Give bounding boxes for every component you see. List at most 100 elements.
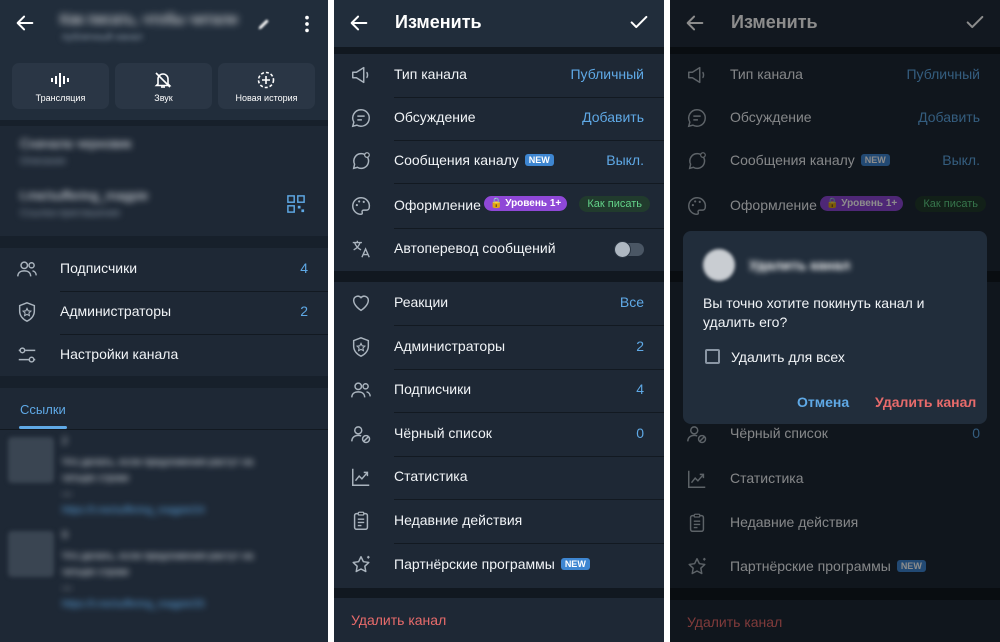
link-url[interactable]: https://t.me/suffering_magpie/24 [62, 505, 205, 516]
more-vertical-icon[interactable] [296, 13, 318, 35]
shield-star-icon [352, 337, 370, 357]
checkmark-icon[interactable] [628, 11, 650, 33]
subscribers-count: 4 [300, 260, 308, 276]
mute-bell-icon [154, 72, 172, 88]
admins-label: Администраторы [60, 303, 172, 319]
channel-messages-label: Сообщения каналу NEW [394, 152, 554, 168]
delete-dialog-screen: Изменить Тип канала Публичный Обсуждение… [670, 0, 1000, 642]
dialog-message: Вы точно хотите покинуть канал и удалить… [703, 295, 925, 330]
user-blocked-icon [351, 426, 371, 444]
autotranslate-row[interactable]: Автоперевод сообщений [334, 228, 664, 271]
channel-messages-value: Выкл. [606, 152, 644, 168]
channel-settings-row[interactable]: Настройки канала [0, 334, 328, 377]
subscribers-row[interactable]: Подписчики 4 [0, 248, 328, 291]
chat-bubble-icon [351, 109, 370, 128]
link-text-line2: четыре строки [62, 567, 129, 578]
discussion-value: Добавить [582, 109, 644, 125]
translate-icon [352, 240, 370, 258]
channel-messages-row[interactable]: Сообщения каналу NEW Выкл. [334, 140, 664, 183]
invite-link-text[interactable]: t.me/suffering_magpie [20, 188, 148, 203]
link-thumbnail [8, 531, 54, 577]
edit-header: Изменить [334, 0, 664, 47]
link-url[interactable]: https://t.me/suffering_magpie/25 [62, 599, 205, 610]
channel-messages-text: Сообщения каналу [394, 152, 519, 168]
broadcast-button[interactable]: Трансляция [12, 63, 109, 109]
delete-channel-dialog: Удалить канал Вы точно хотите покинуть к… [683, 231, 987, 424]
recent-actions-row[interactable]: Недавние действия [334, 500, 664, 543]
subscribers-label: Подписчики [60, 260, 138, 276]
delete-for-all-label[interactable]: Удалить для всех [731, 349, 845, 365]
lock-icon [614, 241, 631, 258]
admins-row[interactable]: Администраторы 2 [334, 326, 664, 369]
people-icon [17, 261, 37, 277]
channel-avatar [703, 249, 735, 281]
link-text: Что делать, если предложения растут на [62, 457, 254, 468]
admins-count: 2 [636, 338, 644, 354]
danger-section: Удалить канал [334, 598, 664, 642]
star-sparkle-icon [352, 555, 370, 573]
qr-code-icon[interactable] [287, 195, 305, 213]
edit-pencil-icon[interactable] [256, 16, 272, 32]
link-text: Что делать, если предложения растут на [62, 551, 254, 562]
blacklist-count: 0 [636, 425, 644, 441]
tab-links[interactable]: Ссылки [20, 402, 66, 417]
delete-for-all-checkbox[interactable] [705, 349, 720, 364]
message-star-icon [352, 152, 370, 170]
delete-channel-button[interactable]: Удалить канал [351, 612, 446, 628]
invite-link-caption: Ссылка-приглашение [20, 208, 121, 219]
autotranslate-toggle[interactable] [614, 241, 644, 258]
link-text-line2: четыре строки [62, 473, 129, 484]
new-story-icon [257, 71, 275, 89]
link-count: 2 [62, 436, 68, 447]
divider [394, 183, 664, 184]
statistics-row[interactable]: Статистика [334, 456, 664, 499]
new-story-button[interactable]: Новая история [218, 63, 315, 109]
channel-type-row[interactable]: Тип канала Публичный [334, 54, 664, 97]
discussion-label: Обсуждение [394, 109, 476, 125]
link-count: 9 [62, 530, 68, 541]
level-badge-text: Уровень 1+ [505, 198, 562, 209]
heart-icon [352, 295, 370, 312]
level-badge: 🔒 Уровень 1+ [484, 196, 568, 211]
people-icon [351, 382, 371, 398]
reactions-value: Все [619, 294, 644, 310]
palette-icon [352, 197, 371, 215]
channel-menu-section: Подписчики 4 Администраторы 2 Настройки … [0, 248, 328, 376]
subscribers-count: 4 [636, 381, 644, 397]
stats-chart-icon [352, 468, 370, 486]
blacklist-label: Чёрный список [394, 425, 492, 441]
back-arrow-icon[interactable] [348, 12, 370, 34]
blacklist-row[interactable]: Чёрный список 0 [334, 413, 664, 456]
broadcast-label: Трансляция [35, 93, 86, 103]
admins-count: 2 [300, 303, 308, 319]
cancel-button[interactable]: Отмена [797, 394, 849, 410]
autotranslate-label: Автоперевод сообщений [394, 240, 556, 256]
new-badge: NEW [560, 558, 590, 570]
channel-settings-label: Настройки канала [60, 346, 179, 362]
confirm-delete-button[interactable]: Удалить канал [875, 394, 976, 410]
admins-row[interactable]: Администраторы 2 [0, 291, 328, 334]
affiliate-programs-label: Партнёрские программы NEW [394, 556, 590, 572]
appearance-row[interactable]: Оформление 🔒 Уровень 1+ Как писать [334, 185, 664, 228]
sound-button[interactable]: Звук [115, 63, 212, 109]
back-arrow-icon[interactable] [14, 12, 36, 34]
settings-section-1: Тип канала Публичный Обсуждение Добавить… [334, 54, 664, 271]
megaphone-icon [352, 66, 369, 84]
channel-type-value: Публичный [570, 66, 644, 82]
affiliate-programs-row[interactable]: Партнёрские программы NEW [334, 544, 664, 587]
channel-title: Как писать, чтобы читали [60, 11, 238, 28]
subscribers-label: Подписчики [394, 381, 472, 397]
new-badge: NEW [524, 154, 554, 166]
channel-profile-screen: Как писать, чтобы читали публичный канал… [0, 0, 328, 642]
edit-channel-screen: Изменить Тип канала Публичный Обсуждение… [334, 0, 664, 642]
subscribers-row[interactable]: Подписчики 4 [334, 369, 664, 412]
channel-type-label: Тип канала [394, 66, 467, 82]
reactions-label: Реакции [394, 294, 449, 310]
affiliate-programs-text: Партнёрские программы [394, 556, 555, 572]
sound-label: Звук [154, 93, 173, 103]
reactions-row[interactable]: Реакции Все [334, 282, 664, 325]
discussion-row[interactable]: Обсуждение Добавить [334, 97, 664, 140]
lock-icon: 🔒 [490, 198, 503, 209]
description-text: Сначала черновик [20, 136, 132, 151]
new-story-label: Новая история [235, 93, 298, 103]
